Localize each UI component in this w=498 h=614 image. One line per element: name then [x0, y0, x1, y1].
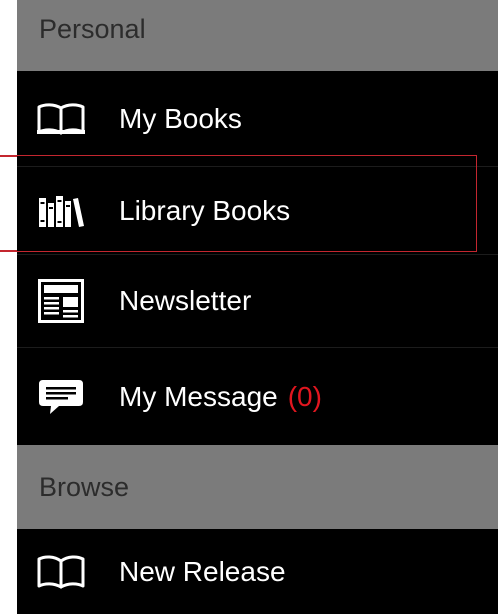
menu-item-new-release[interactable]: New Release: [17, 529, 498, 614]
my-message-label: My Message: [119, 380, 278, 412]
section-title-personal: Personal: [39, 14, 146, 44]
section-header-browse: Browse: [17, 445, 498, 529]
navigation-drawer: Personal My Books Library Books Newslett…: [17, 0, 498, 614]
menu-item-label: Library Books: [119, 194, 291, 226]
menu-item-label: New Release: [119, 555, 286, 587]
newspaper-icon: [37, 279, 85, 323]
open-book-icon: [37, 99, 85, 139]
open-book-icon: [37, 552, 85, 592]
chat-message-icon: [37, 377, 85, 417]
menu-item-label: My Message (0): [119, 381, 322, 413]
message-count-badge: (0): [287, 380, 322, 412]
section-header-personal: Personal: [17, 0, 498, 71]
bookshelf-icon: [37, 191, 85, 231]
menu-item-library-books[interactable]: Library Books: [17, 167, 498, 255]
highlight-line-top: [0, 155, 17, 157]
menu-item-my-books[interactable]: My Books: [17, 72, 498, 167]
menu-item-label: Newsletter: [119, 285, 252, 316]
menu-item-label: My Books: [119, 103, 242, 134]
highlight-line-bottom: [0, 250, 17, 252]
section-title-browse: Browse: [39, 471, 130, 502]
menu-item-my-message[interactable]: My Message (0): [17, 348, 498, 445]
menu-item-newsletter[interactable]: Newsletter: [17, 255, 498, 348]
